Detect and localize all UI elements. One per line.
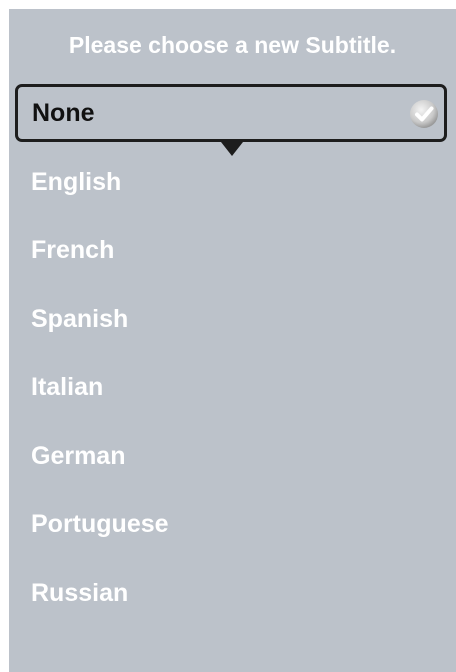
subtitle-option-label: None bbox=[32, 99, 95, 127]
subtitle-picker-panel: Please choose a new Subtitle. None Engli… bbox=[9, 9, 456, 672]
checkmark-icon bbox=[410, 100, 438, 128]
subtitle-option-english[interactable]: English bbox=[31, 162, 121, 202]
dialog-title: Please choose a new Subtitle. bbox=[68, 32, 397, 58]
subtitle-option-russian[interactable]: Russian bbox=[31, 573, 128, 613]
subtitle-option-german[interactable]: German bbox=[31, 436, 125, 476]
subtitle-option-none[interactable]: None bbox=[15, 84, 447, 142]
subtitle-option-portuguese[interactable]: Portuguese bbox=[31, 504, 169, 544]
subtitle-option-spanish[interactable]: Spanish bbox=[31, 299, 128, 339]
subtitle-option-french[interactable]: French bbox=[31, 230, 114, 270]
caret-down-icon bbox=[221, 142, 243, 156]
subtitle-option-italian[interactable]: Italian bbox=[31, 367, 103, 407]
